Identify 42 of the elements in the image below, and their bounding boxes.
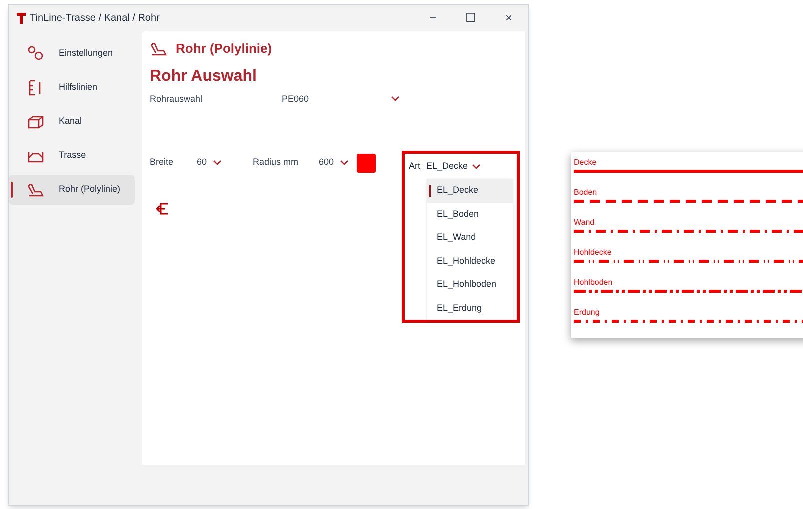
pipe-icon bbox=[27, 181, 45, 199]
window-title: TinLine-Trasse / Kanal / Rohr bbox=[30, 12, 160, 26]
legend-label: Erdung bbox=[574, 308, 601, 318]
maximize-button[interactable]: ☐ bbox=[452, 7, 490, 29]
field-label: Art bbox=[409, 160, 421, 174]
chevron-down-icon bbox=[213, 160, 222, 166]
dropdown-option[interactable]: EL_Hohlboden bbox=[427, 273, 513, 296]
legend-label: Decke bbox=[574, 158, 598, 168]
minimize-button[interactable]: − bbox=[414, 7, 452, 29]
legend-label: Boden bbox=[574, 188, 598, 198]
close-button[interactable]: × bbox=[490, 7, 528, 29]
dropdown-option[interactable]: EL_Wand bbox=[427, 226, 513, 250]
width-dropdown[interactable]: 60 bbox=[197, 156, 253, 170]
sidebar-item[interactable]: Rohr (Polylinie) bbox=[9, 175, 135, 205]
dropdown-option[interactable]: EL_Boden bbox=[427, 202, 513, 226]
legend-label: Hohldecke bbox=[574, 248, 613, 258]
legend-label: Hohlboden bbox=[574, 278, 614, 288]
type-dropdown[interactable]: EL_Decke bbox=[426, 160, 482, 174]
chevron-down-icon bbox=[472, 164, 482, 170]
selection-indicator bbox=[11, 182, 13, 198]
chevron-down-icon bbox=[391, 96, 400, 102]
chevron-down-icon bbox=[340, 160, 350, 166]
pipe-dropdown[interactable]: PE060 bbox=[282, 92, 400, 106]
dropdown-option[interactable]: EL_Erdung bbox=[427, 296, 513, 320]
field-label: Breite bbox=[150, 156, 175, 170]
color-swatch[interactable] bbox=[357, 154, 376, 172]
sidebar-item[interactable]: Einstellungen bbox=[9, 39, 135, 69]
collapse-icon[interactable] bbox=[156, 202, 170, 216]
field-label: Rohrauswahl bbox=[150, 92, 204, 106]
section-title: Rohr Auswahl bbox=[150, 66, 258, 86]
sidebar-item[interactable]: Kanal bbox=[9, 107, 135, 137]
sidebar-item[interactable]: Hilfslinien bbox=[9, 73, 135, 103]
dropdown-option[interactable]: EL_Decke bbox=[427, 179, 513, 202]
dropdown-option[interactable]: EL_Hohldecke bbox=[427, 250, 513, 273]
field-label: Radius mm bbox=[253, 156, 300, 170]
selection-indicator bbox=[429, 185, 431, 197]
page-title: Rohr (Polylinie) bbox=[176, 40, 272, 58]
gears-icon bbox=[27, 45, 45, 63]
app-logo-icon bbox=[17, 12, 26, 24]
radius-dropdown[interactable]: 600 bbox=[319, 156, 350, 170]
legend-label: Wand bbox=[574, 218, 596, 228]
sidebar-item[interactable]: Trasse bbox=[9, 141, 135, 171]
